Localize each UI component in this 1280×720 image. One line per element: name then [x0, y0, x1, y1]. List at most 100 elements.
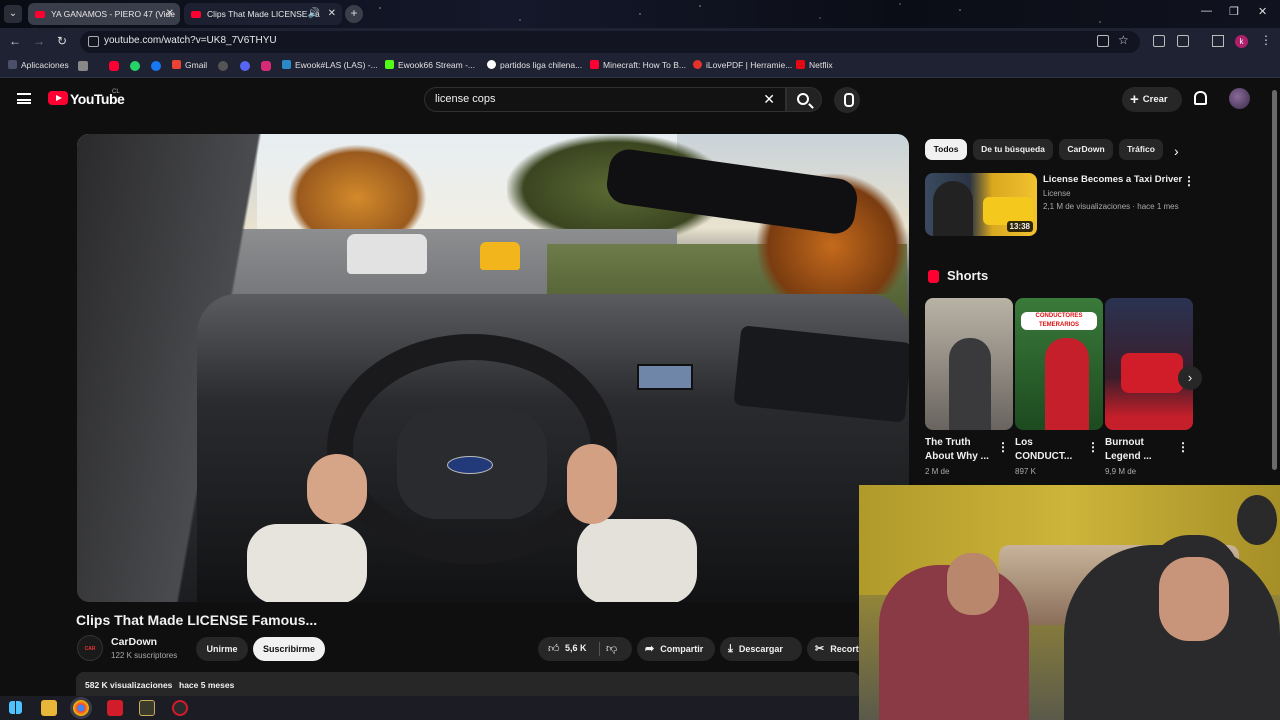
like-thumb-icon[interactable]: 👍︎: [548, 642, 560, 655]
streamer-right-head: [1159, 557, 1229, 641]
description-box[interactable]: 582 K visualizaciones hace 5 meses: [76, 672, 860, 698]
channel-name[interactable]: CarDown: [111, 636, 157, 648]
search-button[interactable]: [786, 87, 822, 112]
short-views: 9,9 M de: [1105, 467, 1137, 476]
puzzle-extensions-icon[interactable]: [1177, 35, 1189, 47]
webcam-overlay: [859, 485, 1280, 720]
more-options-icon[interactable]: ⋮: [1087, 440, 1099, 454]
short-thumbnail[interactable]: CONDUCTORES TEMERARIOS: [1015, 298, 1103, 430]
video-player[interactable]: [77, 134, 909, 602]
app-taskbar-icon[interactable]: [107, 700, 123, 716]
short-title[interactable]: Los CONDUCT...: [1015, 436, 1087, 464]
close-window-icon[interactable]: ✕: [1258, 5, 1267, 18]
close-tab-icon[interactable]: ✕: [166, 3, 174, 25]
forward-icon[interactable]: →: [33, 34, 45, 48]
short-thumbnail[interactable]: [925, 298, 1013, 430]
create-label: Crear: [1142, 94, 1168, 105]
new-tab-button[interactable]: +: [345, 5, 363, 23]
short-title[interactable]: The Truth About Why ...: [925, 436, 997, 464]
file-explorer-icon[interactable]: [41, 700, 57, 716]
youtube-logo-icon[interactable]: [48, 91, 68, 105]
ford-logo: [447, 456, 493, 474]
google-apps-icon[interactable]: [78, 61, 88, 71]
facebook-icon[interactable]: [151, 61, 161, 71]
short-thumbnail[interactable]: [1105, 298, 1193, 430]
youtube-favicon-icon: [191, 11, 201, 19]
clip-button[interactable]: ✂ Recortar: [807, 637, 859, 661]
like-count[interactable]: 5,6 K: [565, 643, 587, 653]
bookmark-ilovepdf[interactable]: iLovePDF | Herramie...: [693, 60, 792, 70]
create-button[interactable]: + Crear: [1122, 87, 1182, 112]
chrome-menu-icon[interactable]: ⋮: [1260, 33, 1272, 47]
github-icon[interactable]: [218, 61, 228, 71]
extension-icon[interactable]: [1153, 35, 1165, 47]
chip-todos[interactable]: Todos: [925, 139, 967, 160]
app-taskbar-icon[interactable]: [172, 700, 188, 716]
bookmark-label: Aplicaciones: [21, 60, 69, 70]
url-text[interactable]: youtube.com/watch?v=UK8_7V6THYU: [104, 35, 277, 46]
download-button[interactable]: ⤓ Descargar: [720, 637, 802, 661]
league-taskbar-icon[interactable]: [139, 700, 155, 716]
chevron-right-icon[interactable]: ›: [1174, 143, 1179, 159]
tab-title: Clips That Made LICENSE Fa: [207, 9, 320, 19]
tab-search-button[interactable]: ⌄: [4, 5, 22, 23]
maximize-icon[interactable]: ❐: [1229, 5, 1239, 18]
bookmark-apps[interactable]: Aplicaciones: [8, 60, 69, 70]
chip-cardown[interactable]: CarDown: [1059, 139, 1113, 160]
recommended-title[interactable]: License Becomes a Taxi Driver: [1043, 174, 1182, 185]
more-options-icon[interactable]: ⋮: [997, 440, 1009, 454]
windows-start-icon[interactable]: [9, 701, 22, 714]
youtube-bookmark-icon[interactable]: [109, 61, 119, 71]
google-icon: [487, 60, 496, 69]
install-app-icon[interactable]: [1097, 35, 1109, 47]
account-avatar[interactable]: [1229, 88, 1250, 109]
channel-avatar[interactable]: CAR DOWN: [77, 635, 103, 678]
thumbnail-person: [1045, 338, 1089, 430]
page-scrollbar[interactable]: [1272, 90, 1277, 470]
tab-clips-license[interactable]: Clips That Made LICENSE Fa 🔊 ✕: [184, 3, 342, 25]
search-query[interactable]: license cops: [435, 93, 496, 105]
discord-icon[interactable]: [240, 61, 250, 71]
bookmark-liga-chilena[interactable]: partidos liga chilena...: [487, 60, 582, 70]
bookmark-minecraft[interactable]: Minecraft: How To B...: [590, 60, 686, 70]
omnibox[interactable]: youtube.com/watch?v=UK8_7V6THYU: [80, 31, 1140, 53]
reload-icon[interactable]: ↻: [57, 34, 67, 48]
minimize-icon[interactable]: —: [1201, 5, 1212, 17]
voice-search-button[interactable]: [834, 87, 860, 113]
bookmark-ewook-las[interactable]: Ewook#LAS (LAS) -...: [282, 60, 378, 70]
clear-search-icon[interactable]: ✕: [763, 91, 775, 108]
notifications-bell-icon[interactable]: [1194, 91, 1207, 105]
recommended-thumbnail[interactable]: 13:38: [925, 173, 1037, 236]
shorts-next-button[interactable]: ›: [1178, 366, 1202, 390]
site-info-icon[interactable]: [88, 36, 99, 47]
close-tab-icon[interactable]: ✕: [328, 3, 336, 25]
share-button[interactable]: ➦ Compartir: [637, 637, 715, 661]
chrome-taskbar-icon[interactable]: [73, 700, 89, 716]
subscribe-button[interactable]: Suscribirme: [253, 637, 325, 661]
address-bar-row: ← → ↻ youtube.com/watch?v=UK8_7V6THYU ☆ …: [0, 28, 1280, 56]
bookmark-ewook-stream[interactable]: Ewook66 Stream -...: [385, 60, 475, 70]
more-options-icon[interactable]: ⋮: [1183, 174, 1195, 188]
bookmark-star-icon[interactable]: ☆: [1118, 33, 1129, 47]
short-title[interactable]: Burnout Legend ...: [1105, 436, 1177, 464]
bookmark-gmail[interactable]: Gmail: [172, 60, 207, 70]
join-button[interactable]: Unirme: [196, 637, 248, 661]
dislike-thumb-icon[interactable]: 👎︎: [606, 642, 617, 655]
instagram-icon[interactable]: [261, 61, 271, 71]
chip-trafico[interactable]: Tráfico: [1119, 139, 1163, 160]
reading-list-icon[interactable]: [1212, 35, 1224, 47]
browser-titlebar: ⌄ YA GANAMOS - PIERO 47 (Vide ✕ Clips Th…: [0, 0, 1280, 28]
more-options-icon[interactable]: ⋮: [1177, 440, 1189, 454]
profile-avatar[interactable]: k: [1235, 35, 1248, 48]
chip-de-tu-busqueda[interactable]: De tu búsqueda: [973, 139, 1053, 160]
search-input[interactable]: license cops ✕: [424, 87, 786, 112]
back-icon[interactable]: ←: [9, 34, 21, 48]
bookmarks-bar: Aplicaciones Gmail Ewook#LAS (LAS) -... …: [0, 56, 1280, 78]
recommended-meta: 2,1 M de visualizaciones · hace 1 mes: [1043, 202, 1179, 211]
bookmark-netflix[interactable]: Netflix: [796, 60, 833, 70]
menu-icon[interactable]: [17, 93, 31, 104]
whatsapp-icon[interactable]: [130, 61, 140, 71]
tab-ya-ganamos[interactable]: YA GANAMOS - PIERO 47 (Vide ✕: [28, 3, 180, 25]
close-tab-icon[interactable]: 🔊: [308, 3, 320, 25]
recommended-channel[interactable]: License: [1043, 189, 1071, 198]
